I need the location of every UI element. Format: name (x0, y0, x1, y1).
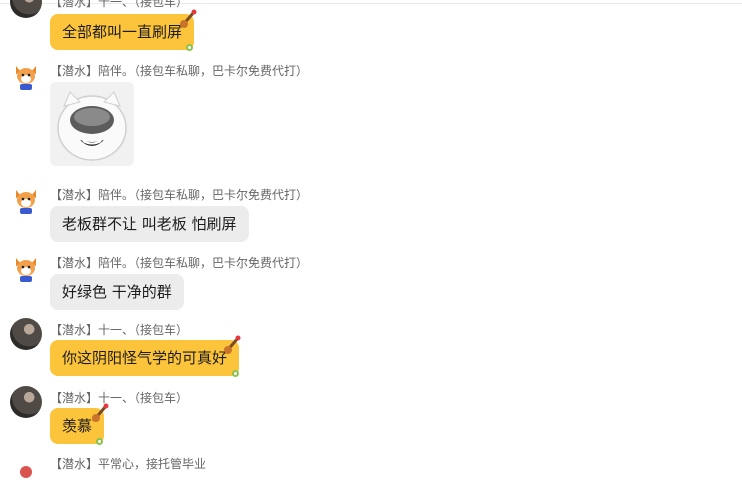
message-bubble[interactable]: 好绿色 干净的群 (50, 274, 184, 310)
avatar[interactable] (10, 318, 42, 350)
avatar[interactable] (10, 252, 42, 284)
guitar-badge-icon (180, 9, 197, 28)
sender-name: 【潜水】平常心，接托管毕业 (50, 457, 207, 471)
status-dot-icon (186, 44, 193, 51)
covering-face-cat-sticker-icon (50, 82, 134, 166)
status-dot-icon (96, 438, 103, 445)
message-bubble[interactable]: 全部都叫一直刷屏 (50, 14, 195, 50)
sender-name: 【潜水】陪伴。（接包车私聊，巴卡尔免费代打） (50, 64, 309, 78)
sender-name: 【潜水】十一、（接包车） (50, 323, 189, 337)
message-bubble[interactable]: 老板群不让 叫老板 怕刷屏 (50, 206, 249, 242)
sender-name: 【潜水】陪伴。（接包车私聊，巴卡尔免费代打） (50, 188, 309, 202)
avatar[interactable] (10, 386, 42, 418)
guitar-badge-icon (224, 335, 241, 354)
guitar-badge-icon (92, 403, 109, 422)
sender-name: 【潜水】十一、（接包车） (50, 391, 189, 405)
avatar[interactable] (10, 0, 42, 18)
status-dot-icon (232, 370, 239, 377)
avatar[interactable] (10, 460, 42, 492)
sticker-image[interactable] (50, 82, 134, 166)
sender-name: 【潜水】陪伴。（接包车私聊，巴卡尔免费代打） (50, 256, 309, 270)
sender-name: 【潜水】十一、（接包车） (50, 0, 189, 9)
message-bubble[interactable]: 你这阴阳怪气学的可真好 (50, 340, 240, 376)
avatar[interactable] (10, 60, 42, 92)
avatar[interactable] (10, 184, 42, 216)
